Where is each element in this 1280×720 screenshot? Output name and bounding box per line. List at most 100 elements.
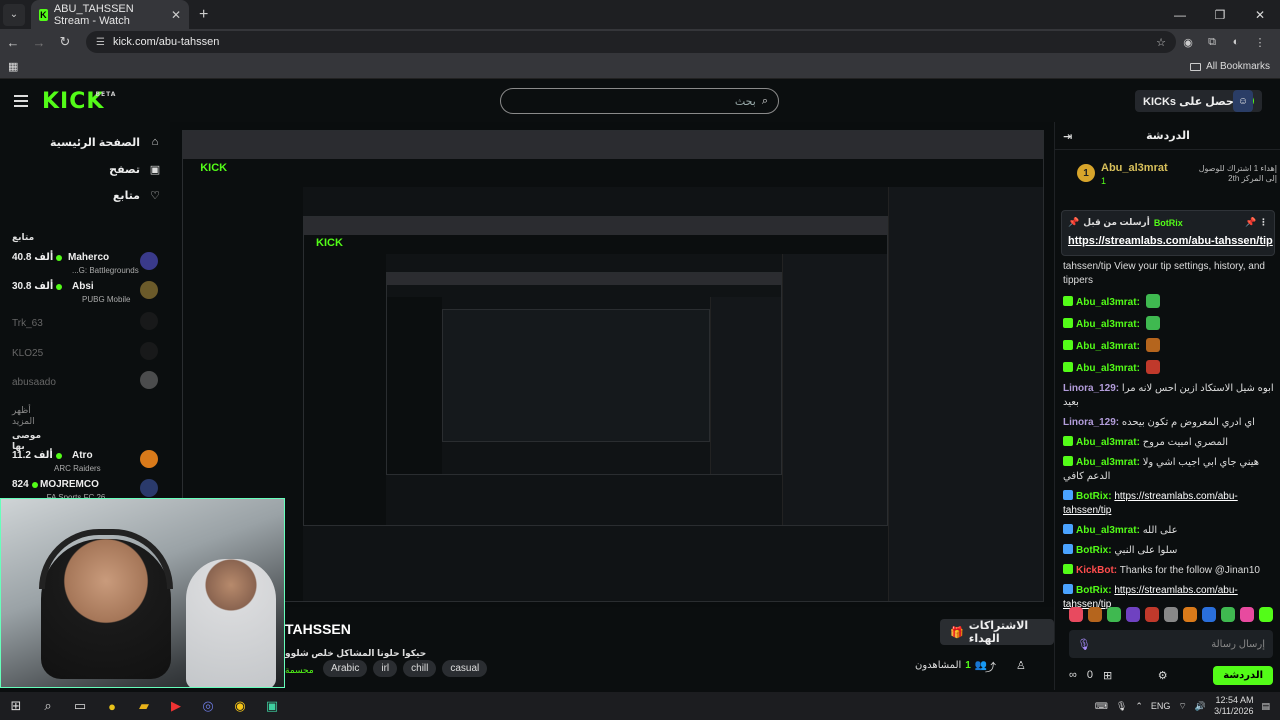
- chat-username[interactable]: BotRix:: [1076, 585, 1112, 596]
- chat-username[interactable]: Abu_al3mrat:: [1076, 297, 1140, 308]
- tag[interactable]: casual: [442, 660, 488, 677]
- notification-icon[interactable]: ▤: [1261, 701, 1270, 712]
- chat-send-button[interactable]: الدردشة: [1213, 665, 1273, 685]
- channel-item[interactable]: KLO25: [12, 340, 162, 368]
- microphone-icon[interactable]: 🎙: [1077, 638, 1091, 651]
- channel-item[interactable]: 40.8 ألف Maherco ...G: Battlegrounds: [12, 250, 162, 278]
- follow-icon[interactable]: ♙: [1016, 659, 1026, 672]
- sidebar-item-following[interactable]: متابع ♡: [12, 183, 162, 207]
- back-icon[interactable]: ←: [0, 35, 26, 50]
- emote[interactable]: [1164, 607, 1178, 622]
- tag[interactable]: chill: [403, 660, 437, 677]
- gifter-name[interactable]: Abu_al3mrat: [1101, 162, 1168, 174]
- streaming-app-icon[interactable]: ▣: [256, 692, 288, 720]
- profile-icon[interactable]: ◐: [1224, 36, 1248, 48]
- close-window-icon[interactable]: ✕: [1240, 0, 1280, 29]
- chat-username[interactable]: Abu_al3mrat:: [1076, 363, 1140, 374]
- chat-username[interactable]: BotRix:: [1076, 491, 1112, 502]
- chat-username[interactable]: Abu_al3mrat:: [1076, 525, 1140, 536]
- youtube-icon[interactable]: ▶: [160, 692, 192, 720]
- site-info-icon[interactable]: ☰: [96, 37, 105, 48]
- chat-username[interactable]: KickBot:: [1076, 565, 1117, 576]
- share-icon[interactable]: ⤴: [985, 659, 996, 675]
- emote[interactable]: [1107, 607, 1121, 622]
- emote[interactable]: [1069, 607, 1083, 622]
- tab-close-icon[interactable]: ✕: [171, 8, 181, 22]
- settings-gear-icon[interactable]: ⚙: [1158, 669, 1168, 682]
- restore-icon[interactable]: ❐: [1200, 0, 1240, 29]
- chat-username[interactable]: Linora_129:: [1063, 383, 1119, 394]
- url-input[interactable]: ☰ kick.com/abu-tahssen ☆: [86, 31, 1176, 53]
- extension-icon[interactable]: ◉: [1176, 36, 1200, 49]
- all-bookmarks-button[interactable]: All Bookmarks: [1190, 61, 1270, 72]
- channel-item[interactable]: abusaado: [12, 369, 162, 397]
- emote[interactable]: [1221, 607, 1235, 622]
- unpin-icon[interactable]: 📌 ⋮: [1245, 217, 1268, 228]
- forward-icon[interactable]: →: [26, 35, 52, 50]
- channel-item[interactable]: 11.2 ألف Atro ARC Raiders: [12, 448, 162, 476]
- gift-icon[interactable]: ⊞: [1103, 669, 1112, 682]
- emote[interactable]: [1088, 607, 1102, 622]
- channel-item[interactable]: Trk_63: [12, 310, 162, 338]
- channel-name: abusaado: [12, 377, 56, 388]
- video-player[interactable]: KICK KICK: [170, 122, 1054, 607]
- tag[interactable]: Arabic: [323, 660, 368, 677]
- streamer-name[interactable]: TAHSSEN: [285, 621, 351, 637]
- new-tab-button[interactable]: +: [199, 6, 208, 24]
- chat-message: Abu_al3mrat:: [1063, 338, 1275, 354]
- chat-username[interactable]: Abu_al3mrat:: [1076, 319, 1140, 330]
- discord-icon[interactable]: ◎: [192, 692, 224, 720]
- browser-tab[interactable]: K ABU_TAHSSEN Stream - Watch ✕: [31, 0, 189, 29]
- emote[interactable]: [1202, 607, 1216, 622]
- browser-menu-icon[interactable]: ⋮: [1248, 36, 1272, 49]
- pinned-user[interactable]: BotRix: [1154, 218, 1183, 228]
- points-icon[interactable]: ∞: [1069, 669, 1077, 681]
- language-indicator[interactable]: ENG: [1151, 701, 1171, 711]
- channel-item[interactable]: 30.8 ألف Absi PUBG Mobile: [12, 279, 162, 307]
- tray-chevron-icon[interactable]: ⌃: [1135, 701, 1143, 712]
- chat-username[interactable]: Abu_al3mrat:: [1076, 437, 1140, 448]
- heart-icon: ♡: [150, 189, 160, 202]
- app-icon[interactable]: ●: [96, 692, 128, 720]
- apps-grid-icon[interactable]: ▦: [8, 60, 18, 73]
- bookmark-star-icon[interactable]: ☆: [1156, 36, 1166, 49]
- chat-username[interactable]: Linora_129:: [1063, 417, 1119, 428]
- pinned-link[interactable]: https://streamlabs.com/abu-tahssen/tip: [1068, 235, 1273, 247]
- minimize-icon[interactable]: —: [1160, 0, 1200, 29]
- emote[interactable]: [1183, 607, 1197, 622]
- stream-category[interactable]: محسمة: [285, 665, 314, 676]
- emote[interactable]: [1259, 607, 1273, 622]
- reload-icon[interactable]: ↻: [52, 34, 78, 50]
- emote[interactable]: [1126, 607, 1140, 622]
- mic-tray-icon[interactable]: 🎙: [1116, 701, 1127, 712]
- captured-browser-chrome: [183, 131, 1043, 160]
- tag[interactable]: irl: [373, 660, 398, 677]
- keyboard-icon[interactable]: ⌨: [1095, 701, 1108, 712]
- windows-start-icon[interactable]: ⊞: [0, 692, 32, 720]
- emote[interactable]: [1240, 607, 1254, 622]
- volume-icon[interactable]: 🔊: [1195, 701, 1206, 712]
- show-more-link[interactable]: أظهر المزيد: [12, 405, 52, 427]
- search-icon[interactable]: ⌕: [32, 692, 64, 720]
- emote[interactable]: [1145, 607, 1159, 622]
- user-avatar[interactable]: ☺: [1233, 90, 1253, 112]
- chrome-icon[interactable]: ◉: [224, 692, 256, 720]
- extensions-puzzle-icon[interactable]: ⧉: [1200, 36, 1224, 49]
- user-badge-icon: [1063, 436, 1073, 446]
- sidebar-item-home[interactable]: الصفحة الرئيسية ⌂: [12, 130, 162, 154]
- sidebar-item-browse[interactable]: تصفح ▣: [12, 157, 162, 181]
- tab-search-button[interactable]: ⌄: [3, 3, 25, 26]
- collapse-chat-icon[interactable]: ⇥: [1063, 130, 1072, 143]
- menu-icon[interactable]: [14, 92, 28, 110]
- task-view-icon[interactable]: ▭: [64, 692, 96, 720]
- chat-username[interactable]: Abu_al3mrat:: [1076, 457, 1140, 468]
- gift-subs-button[interactable]: 🎁 الاشتراكات الهداء: [940, 619, 1054, 645]
- chat-username[interactable]: BotRix:: [1076, 545, 1112, 556]
- file-explorer-icon[interactable]: ▰: [128, 692, 160, 720]
- clock[interactable]: 12:54 AM 3/11/2026: [1214, 695, 1253, 717]
- chat-input[interactable]: إرسال رسالة 🎙: [1069, 630, 1273, 658]
- kick-logo[interactable]: KICK BETA: [42, 89, 115, 114]
- wifi-icon[interactable]: ⌔: [1178, 701, 1186, 712]
- search-input[interactable]: ⌕ بحث: [500, 88, 779, 114]
- chat-username[interactable]: Abu_al3mrat:: [1076, 341, 1140, 352]
